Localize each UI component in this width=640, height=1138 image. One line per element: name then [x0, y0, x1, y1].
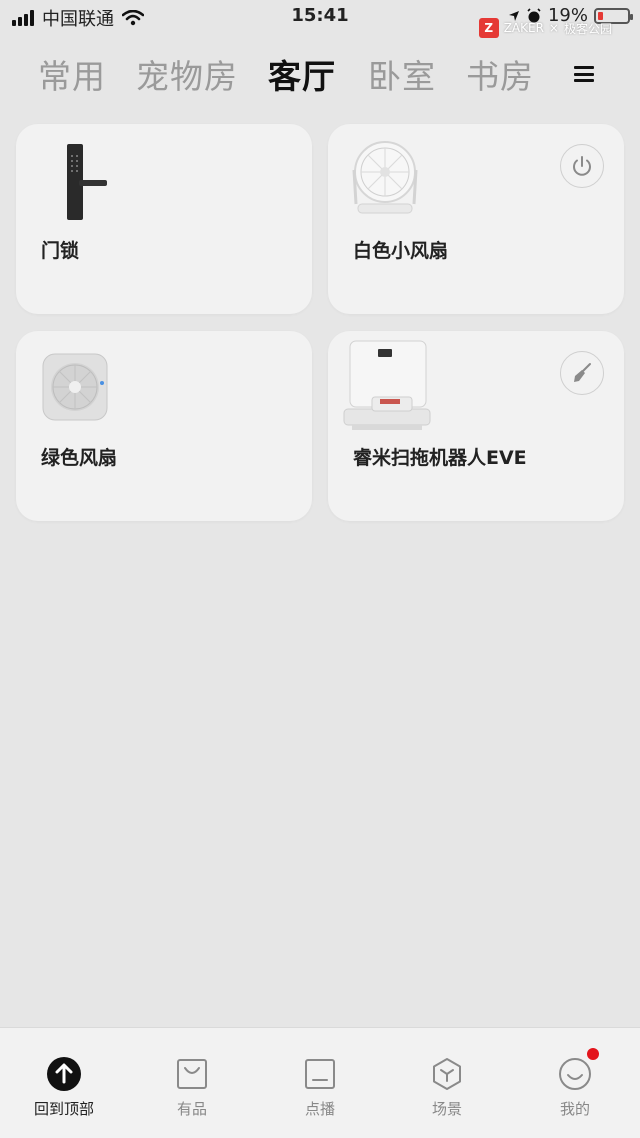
device-name: 门锁: [41, 240, 80, 262]
tv-icon: [302, 1056, 338, 1092]
device-card-door-lock[interactable]: 门锁: [16, 124, 312, 314]
clean-button[interactable]: [560, 351, 604, 395]
robot-vacuum-station-icon: [343, 340, 431, 430]
nav-back-to-top[interactable]: 回到顶部: [14, 1056, 114, 1119]
watermark: Z ZAKER × 极客公园: [478, 18, 612, 38]
notification-badge: [587, 1048, 599, 1060]
power-button[interactable]: [560, 144, 604, 188]
watermark-brand: ZAKER: [503, 21, 544, 35]
nav-scenes[interactable]: 场景: [397, 1056, 497, 1119]
box-fan-icon: [42, 353, 108, 421]
device-name: 绿色风扇: [41, 447, 118, 469]
tab-pet-room[interactable]: 宠物房: [136, 50, 238, 98]
smiley-icon: [557, 1048, 599, 1092]
device-name: 睿米扫拖机器人EVE: [353, 447, 527, 469]
hexagon-icon: [429, 1056, 465, 1092]
nav-label: 场景: [431, 1100, 462, 1118]
white-desk-fan-icon: [352, 141, 418, 214]
watermark-partner: 极客公园: [563, 21, 612, 36]
hamburger-menu-icon[interactable]: [574, 66, 594, 82]
room-tabs: 常用 宠物房 客厅 卧室 书房: [0, 46, 640, 102]
nav-youpin[interactable]: 有品: [142, 1056, 242, 1119]
nav-label: 回到顶部: [33, 1100, 94, 1118]
watermark-separator: ×: [548, 21, 559, 35]
bottom-nav: 回到顶部 有品 点播 场景 我的: [0, 1027, 640, 1138]
nav-on-demand[interactable]: 点播: [270, 1056, 370, 1119]
broom-icon: [574, 363, 591, 382]
device-card-green-fan[interactable]: 绿色风扇: [16, 331, 312, 521]
zaker-logo: Z: [478, 18, 499, 38]
nav-mine[interactable]: 我的: [525, 1048, 625, 1119]
device-card-robot-vacuum[interactable]: 睿米扫拖机器人EVE: [328, 331, 624, 521]
tab-bedroom[interactable]: 卧室: [368, 50, 436, 98]
nav-label: 点播: [304, 1100, 335, 1118]
nav-label: 我的: [559, 1100, 590, 1118]
door-lock-icon: [67, 144, 107, 220]
shopping-bag-icon: [174, 1056, 210, 1092]
tab-living-room[interactable]: 客厅: [268, 50, 336, 98]
device-name: 白色小风扇: [353, 240, 449, 262]
device-card-white-fan[interactable]: 白色小风扇: [328, 124, 624, 314]
nav-label: 有品: [176, 1100, 207, 1118]
status-bar: 中国联通 15:41 19% Z ZAKER × 极客公园: [0, 0, 640, 38]
arrow-up-circle-icon: [46, 1056, 82, 1092]
tab-study[interactable]: 书房: [466, 50, 534, 98]
tab-common[interactable]: 常用: [38, 50, 106, 98]
power-icon: [573, 156, 591, 176]
